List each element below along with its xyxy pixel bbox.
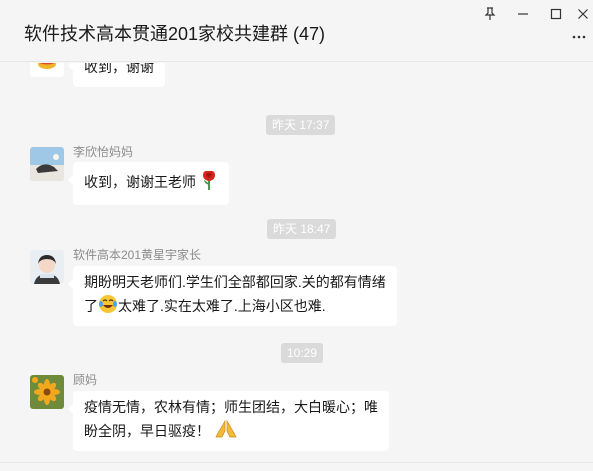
message-line: 期盼明天老师们.学生们全部都回家.关的都有情绪 xyxy=(84,274,386,290)
sender-name: 软件高本201黄星宇家长 xyxy=(73,248,202,262)
message-bubble[interactable]: 收到，谢谢王老师 xyxy=(68,162,229,205)
sender-name: 李欣怡妈妈 xyxy=(73,145,134,159)
chat-area[interactable]: 收到，谢谢 昨天 17:37 李欣怡妈妈 收到，谢谢王老师 昨天 18:47 软… xyxy=(0,63,593,471)
message-line: 疫情无情，农林有情；师生团结，大白暖心；唯 xyxy=(84,399,378,415)
minimize-icon[interactable] xyxy=(513,4,533,24)
timestamp: 昨天 18:47 xyxy=(267,219,337,239)
avatar[interactable] xyxy=(30,250,64,284)
input-divider xyxy=(0,462,593,463)
pin-icon[interactable] xyxy=(480,4,500,24)
message-bubble[interactable]: 收到，谢谢 xyxy=(68,63,165,87)
chat-title: 软件技术高本贯通201家校共建群 (47) xyxy=(24,24,326,44)
message-text: 收到，谢谢王老师 xyxy=(84,174,196,191)
avatar[interactable] xyxy=(30,147,64,181)
close-icon[interactable] xyxy=(573,4,593,24)
title-bar: 软件技术高本贯通201家校共建群 (47) xyxy=(0,0,593,62)
timestamp: 昨天 17:37 xyxy=(266,115,336,135)
timestamp: 10:29 xyxy=(281,343,324,363)
avatar[interactable] xyxy=(30,63,64,77)
praying-hands-emoji xyxy=(214,419,238,446)
message-line: 了 太难了.实在太难了.上海小区也难. xyxy=(84,294,386,321)
crying-laughing-emoji xyxy=(98,294,118,321)
more-icon[interactable] xyxy=(571,30,587,46)
maximize-icon[interactable] xyxy=(546,4,566,24)
avatar[interactable] xyxy=(30,375,64,409)
message-text: 收到，谢谢 xyxy=(84,63,154,75)
message-bubble[interactable]: 疫情无情，农林有情；师生团结，大白暖心；唯 盼全阴，早日驱疫！ xyxy=(68,391,389,451)
message-bubble[interactable]: 期盼明天老师们.学生们全部都回家.关的都有情绪 了 太难了.实在太难了.上海小区… xyxy=(68,266,397,326)
sender-name: 顾妈 xyxy=(73,373,98,387)
rose-emoji xyxy=(200,170,218,197)
message-line: 盼全阴，早日驱疫！ xyxy=(84,419,378,446)
